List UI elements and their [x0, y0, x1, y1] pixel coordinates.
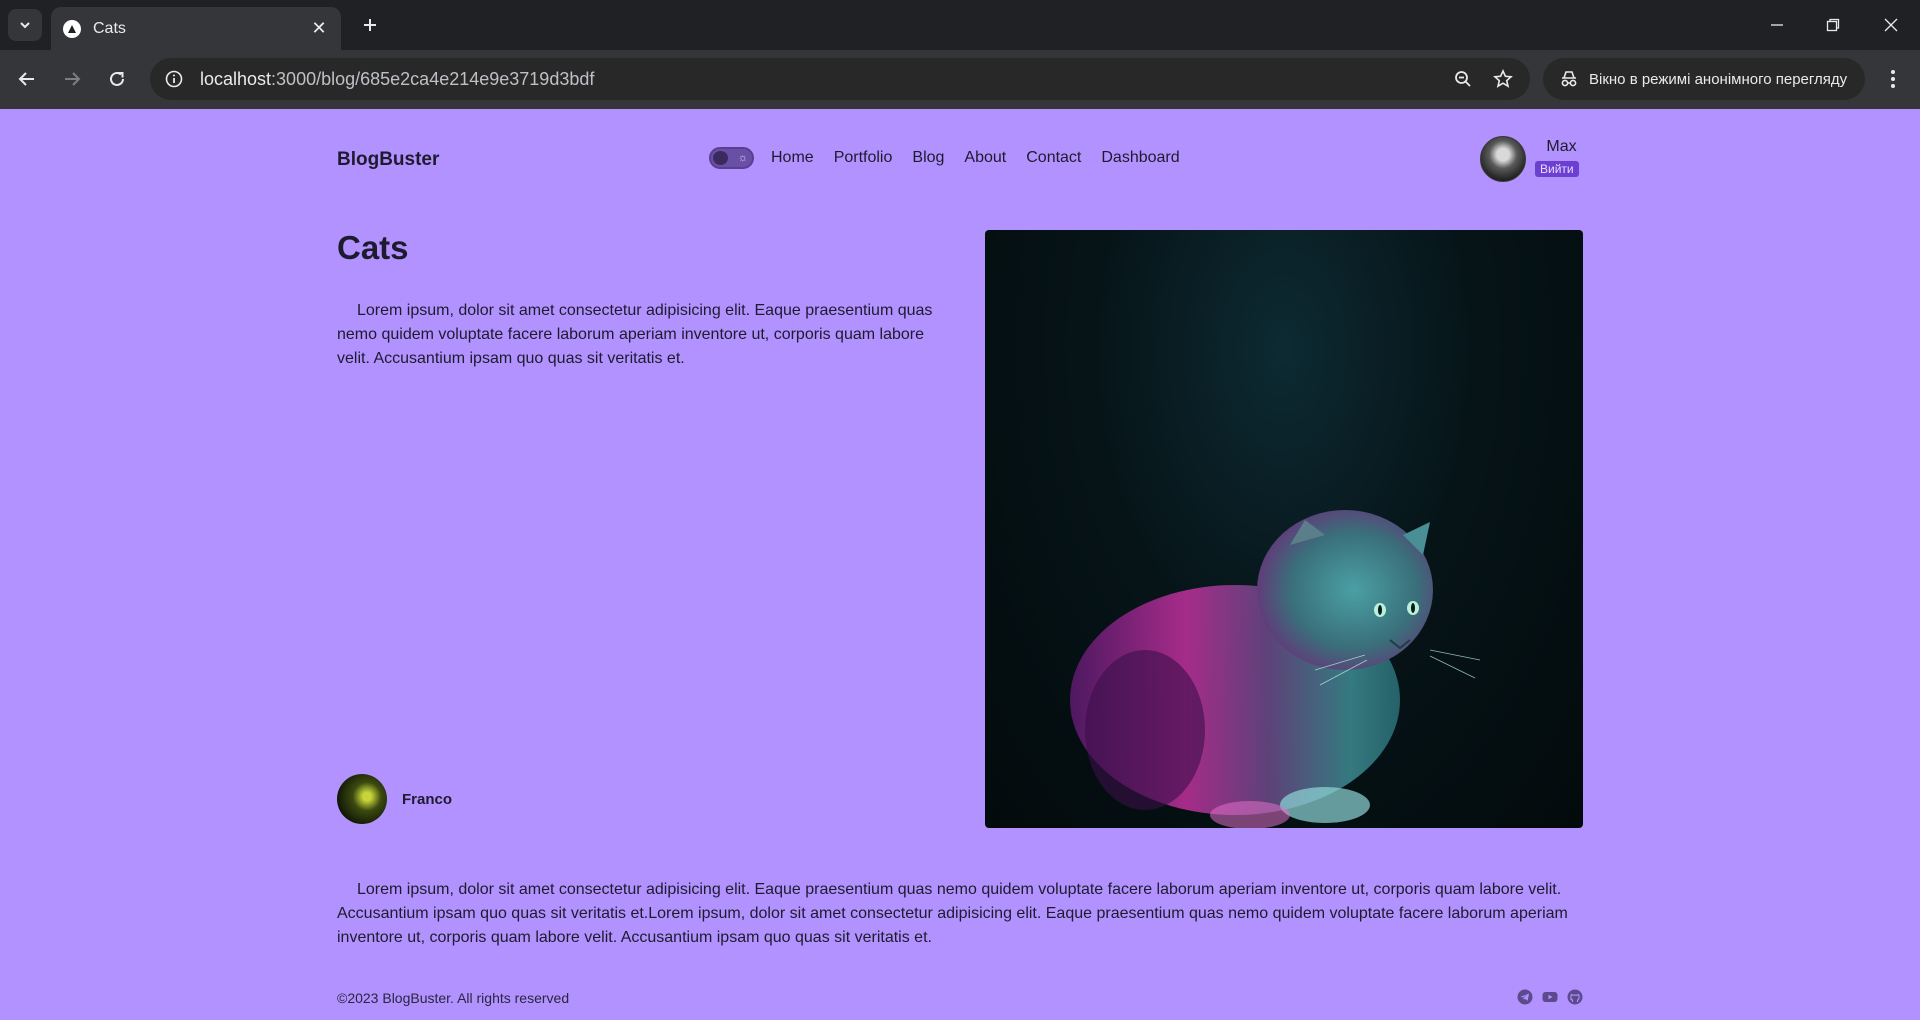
incognito-label: Вікно в режимі анонімного перегляду — [1589, 70, 1848, 88]
post-intro: Lorem ipsum, dolor sit amet consectetur … — [337, 302, 933, 367]
footer-social-links — [1517, 989, 1583, 1005]
address-bar[interactable]: localhost:3000/blog/685e2ca4e214e9e3719d… — [150, 58, 1530, 100]
arrow-left-icon — [18, 72, 34, 86]
plus-icon — [364, 19, 376, 31]
site-info-icon[interactable] — [162, 67, 186, 91]
post-content: Cats Lorem ipsum, dolor sit amet consect… — [337, 109, 1583, 1020]
restore-button[interactable] — [1818, 10, 1848, 40]
chevron-down-icon — [20, 22, 30, 29]
zoom-icon[interactable] — [1448, 64, 1478, 94]
reload-icon — [110, 71, 124, 86]
footer-copyright: ©2023 BlogBuster. All rights reserved — [337, 990, 570, 1006]
arrow-right-icon — [65, 72, 81, 86]
telegram-icon[interactable] — [1517, 989, 1533, 1005]
forward-button[interactable] — [57, 64, 87, 94]
cat-photo — [1070, 510, 1481, 828]
tab-search-button[interactable] — [8, 9, 42, 41]
close-icon — [1884, 18, 1898, 32]
tab-title: Cats — [93, 19, 126, 37]
url-text[interactable]: localhost:3000/blog/685e2ca4e214e9e3719d… — [200, 69, 1438, 90]
post-hero-image — [985, 230, 1583, 828]
minimize-button[interactable] — [1762, 10, 1792, 40]
browser-menu-button[interactable] — [1878, 64, 1908, 94]
post-author: Franco — [337, 774, 452, 824]
site-favicon-icon — [63, 19, 81, 38]
incognito-icon — [1559, 70, 1579, 88]
post-body: Lorem ipsum, dolor sit amet consectetur … — [337, 881, 1568, 946]
author-name: Franco — [402, 790, 453, 808]
page: BlogBuster ☼ Home Portfolio Blog About C… — [0, 109, 1920, 1020]
browser-toolbar: localhost:3000/blog/685e2ca4e214e9e3719d… — [0, 50, 1920, 109]
reload-button[interactable] — [102, 64, 132, 94]
more-vert-icon — [1891, 70, 1895, 88]
close-window-button[interactable] — [1876, 10, 1906, 40]
tab-strip: Cats ✕ — [0, 0, 1920, 50]
bookmark-star-icon[interactable] — [1488, 64, 1518, 94]
close-tab-icon[interactable]: ✕ — [309, 18, 329, 39]
post-title: Cats — [337, 229, 409, 266]
back-button[interactable] — [12, 64, 42, 94]
browser-tab[interactable]: Cats ✕ — [51, 7, 341, 50]
minimize-icon — [1771, 24, 1783, 26]
browser-chrome: Cats ✕ localhost:3000/blog/685e2ca4e214e… — [0, 0, 1920, 109]
restore-icon — [1826, 18, 1840, 32]
github-icon[interactable] — [1567, 989, 1583, 1005]
author-avatar — [337, 774, 387, 824]
youtube-icon[interactable] — [1542, 989, 1558, 1005]
new-tab-button[interactable] — [355, 10, 385, 40]
incognito-indicator[interactable]: Вікно в режимі анонімного перегляду — [1543, 58, 1865, 100]
